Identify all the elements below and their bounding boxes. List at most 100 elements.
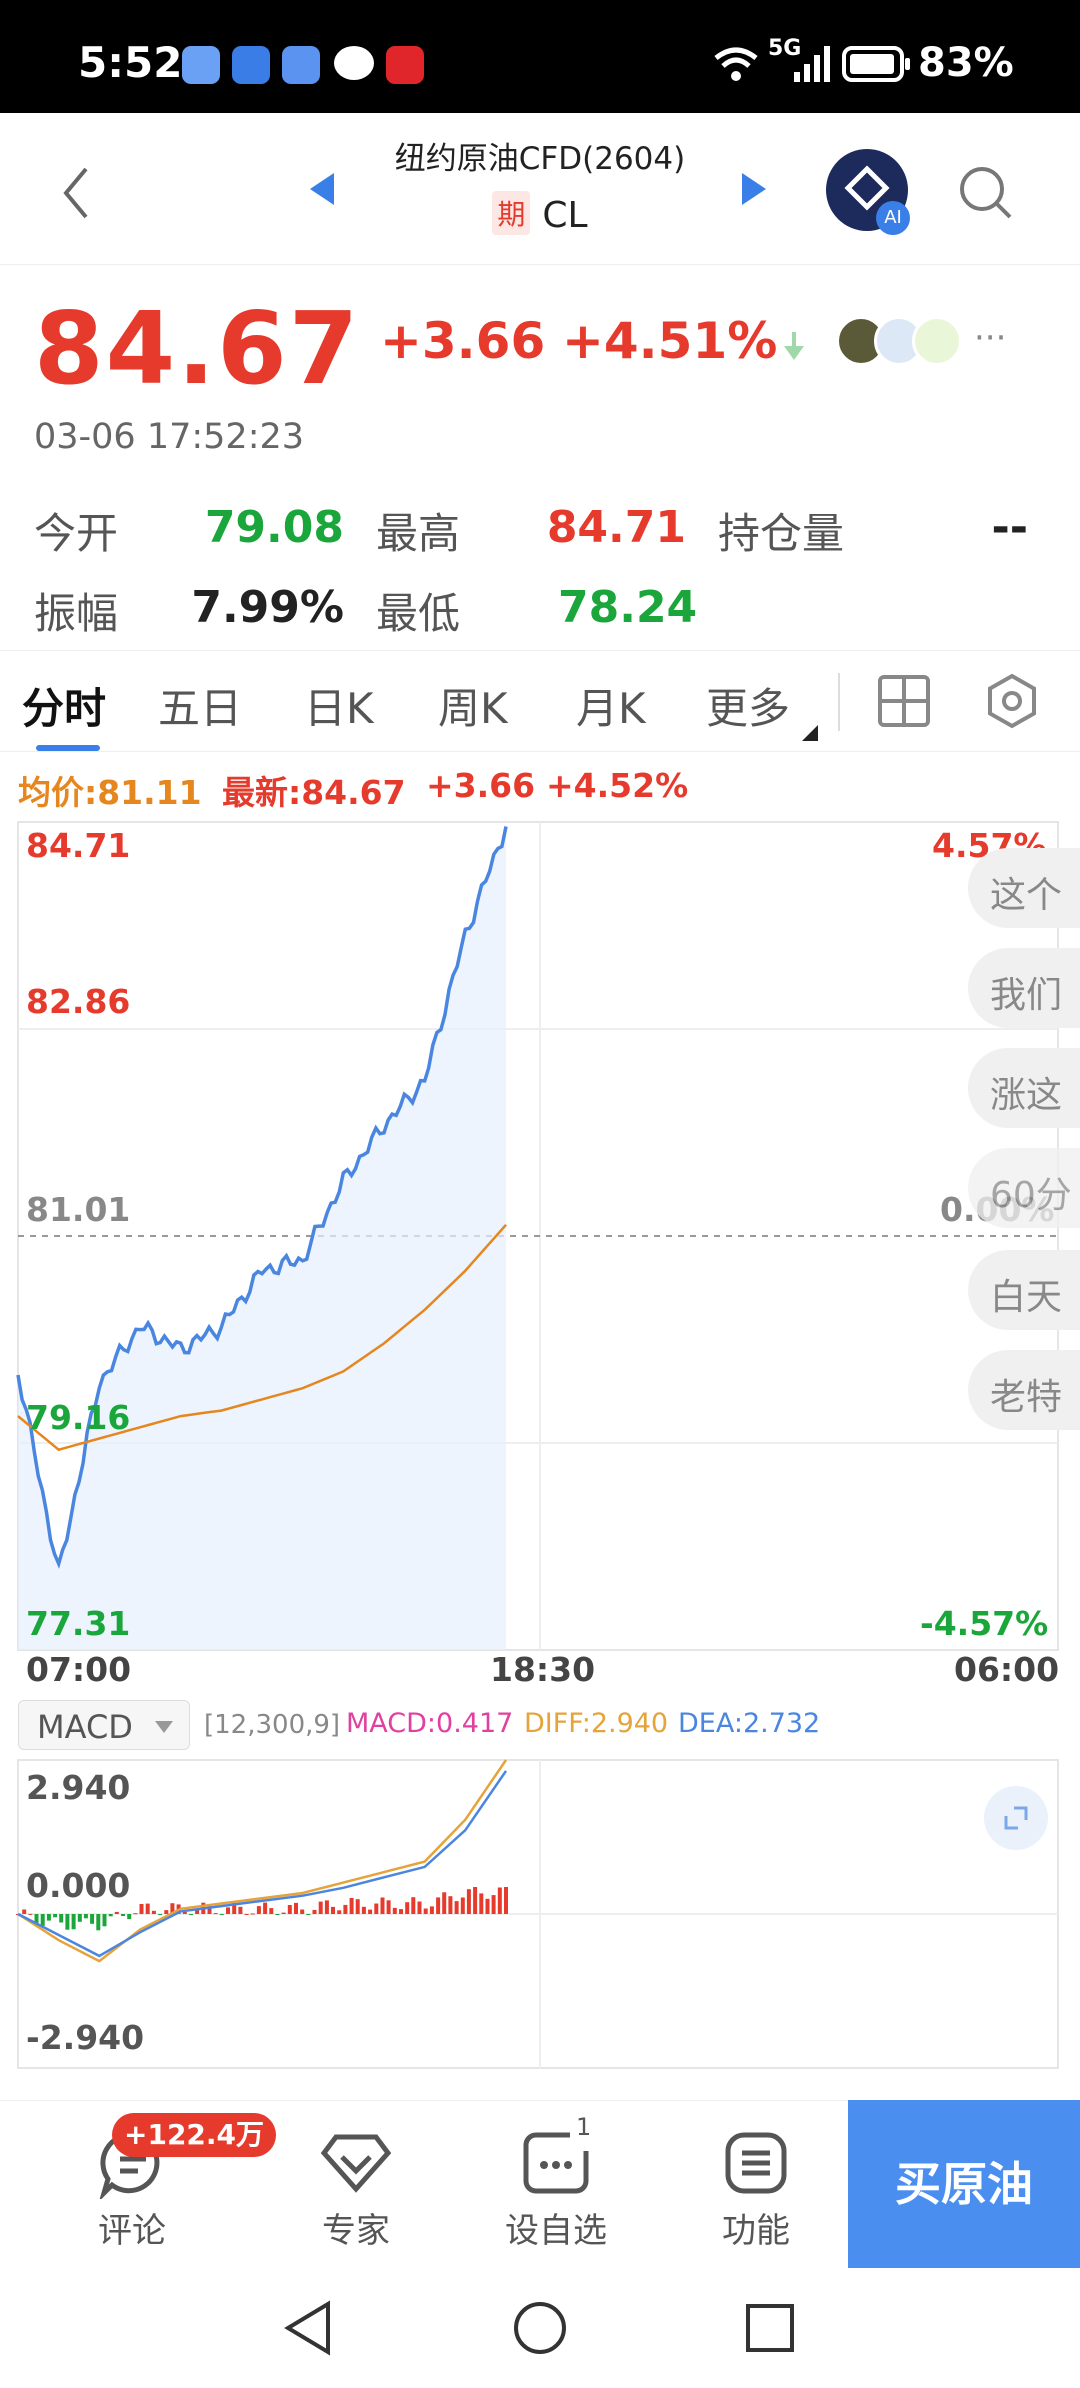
indicator-name: MACD xyxy=(37,1708,133,1746)
current-price: 84.67 xyxy=(34,290,361,407)
tab-intraday[interactable]: 分时 xyxy=(22,675,106,736)
system-nav-bar xyxy=(0,2268,1080,2388)
macd-bar xyxy=(287,1905,292,1914)
macd-bar xyxy=(40,1914,45,1926)
comment-bubble[interactable]: 我们 xyxy=(968,948,1080,1028)
macd-bar xyxy=(77,1914,82,1922)
battery-icon xyxy=(842,46,910,82)
y-label-lower: 79.16 xyxy=(26,1398,131,1437)
functions-button[interactable]: 功能 xyxy=(656,2101,856,2269)
tab-more[interactable]: 更多 xyxy=(706,675,790,736)
x-label-mid: 18:30 xyxy=(490,1650,596,1689)
macd-bar xyxy=(386,1900,391,1914)
macd-bar xyxy=(368,1909,373,1914)
macd-params: [12,300,9] xyxy=(204,1710,341,1740)
macd-bar xyxy=(219,1914,224,1915)
comment-bubble[interactable]: 60分 xyxy=(968,1148,1080,1228)
search-icon[interactable] xyxy=(956,163,1016,223)
dea-value: DEA:2.732 xyxy=(678,1708,821,1739)
signal-icon xyxy=(794,46,830,82)
comment-bubble[interactable]: 这个 xyxy=(968,848,1080,928)
layout-grid-icon[interactable] xyxy=(876,673,932,729)
settings-icon[interactable] xyxy=(984,673,1040,729)
macd-y-zero: 0.000 xyxy=(26,1866,131,1905)
macd-bar xyxy=(300,1909,305,1914)
change-pct-legend: +4.52% xyxy=(546,766,689,805)
macd-bar xyxy=(491,1895,496,1914)
high-value: 84.71 xyxy=(546,502,686,553)
macd-bar xyxy=(53,1914,58,1918)
macd-bar xyxy=(65,1914,70,1930)
macd-bar xyxy=(71,1914,76,1930)
macd-bar xyxy=(417,1901,422,1914)
add-watchlist-label: 设自选 xyxy=(505,2211,607,2251)
x-label-start: 07:00 xyxy=(26,1650,132,1689)
latest-price-legend: 最新:84.67 xyxy=(222,773,406,812)
instrument-code: CL xyxy=(542,195,588,236)
emoji-avatar-icon[interactable] xyxy=(912,316,962,366)
low-value: 78.24 xyxy=(558,582,698,633)
macd-bar xyxy=(318,1901,323,1914)
macd-bar xyxy=(399,1909,403,1914)
intraday-chart[interactable] xyxy=(0,810,1080,1670)
nav-home-icon[interactable] xyxy=(510,2298,570,2358)
battery-level: 83% xyxy=(918,40,1014,86)
macd-bar xyxy=(466,1889,471,1914)
avg-price-legend: 均价:81.11 xyxy=(18,773,202,812)
macd-value: MACD:0.417 xyxy=(346,1708,514,1739)
macd-bar xyxy=(83,1914,88,1919)
macd-bar xyxy=(423,1908,428,1914)
macd-bar xyxy=(281,1912,286,1914)
open-label: 今开 xyxy=(34,509,119,558)
more-icon[interactable]: ··· xyxy=(974,318,1006,358)
macd-y-bottom: -2.940 xyxy=(26,2018,145,2057)
nav-back-icon[interactable] xyxy=(280,2298,336,2358)
expand-chart-button[interactable] xyxy=(984,1786,1048,1850)
macd-bar xyxy=(256,1906,261,1914)
tab-five-day[interactable]: 五日 xyxy=(158,675,242,736)
next-instrument-icon[interactable] xyxy=(740,169,770,209)
buy-oil-button[interactable]: 买原油 xyxy=(848,2100,1080,2268)
comment-bubble[interactable]: 老特 xyxy=(968,1350,1080,1430)
macd-bar xyxy=(411,1897,416,1914)
macd-bar xyxy=(405,1902,410,1914)
quote-timestamp: 03-06 17:52:23 xyxy=(34,417,305,457)
tab-monthly-k[interactable]: 月K xyxy=(576,675,646,736)
macd-bar xyxy=(145,1903,150,1914)
macd-bar xyxy=(442,1892,447,1914)
macd-bar xyxy=(213,1913,218,1915)
app-notification-icon xyxy=(182,46,220,84)
add-watchlist-button[interactable]: 1 设自选 xyxy=(456,2101,656,2269)
macd-bar xyxy=(337,1910,342,1914)
y-label-upper: 82.86 xyxy=(26,982,131,1021)
macd-bar xyxy=(102,1914,107,1927)
down-arrow-icon xyxy=(784,332,804,360)
instrument-code-row: 期 CL xyxy=(0,191,1080,236)
macd-bar xyxy=(312,1909,317,1914)
macd-bar xyxy=(46,1914,51,1921)
message-icon xyxy=(334,46,374,80)
comment-bubble[interactable]: 涨这 xyxy=(968,1048,1080,1128)
tab-daily-k[interactable]: 日K xyxy=(304,675,374,736)
macd-bar xyxy=(121,1914,125,1916)
indicator-select[interactable]: MACD xyxy=(18,1700,190,1750)
comment-bubble[interactable]: 白天 xyxy=(968,1250,1080,1330)
wifi-icon xyxy=(714,47,758,81)
macd-bar xyxy=(59,1914,64,1923)
macd-y-top: 2.940 xyxy=(26,1768,131,1807)
macd-bar xyxy=(269,1908,274,1914)
macd-chart[interactable] xyxy=(0,1758,1080,2072)
tab-weekly-k[interactable]: 周K xyxy=(438,675,508,736)
macd-bar xyxy=(250,1913,255,1915)
macd-bar xyxy=(139,1904,144,1914)
amplitude-value: 7.99% xyxy=(191,582,344,633)
ai-assistant-button[interactable]: AI xyxy=(826,149,910,235)
nav-recents-icon[interactable] xyxy=(742,2300,798,2356)
open-interest-label: 持仓量 xyxy=(718,509,845,558)
macd-bar xyxy=(448,1896,453,1914)
expert-button[interactable]: 专家 xyxy=(256,2101,456,2269)
y-pct-low: -4.57% xyxy=(920,1604,1049,1643)
active-tab-indicator xyxy=(36,745,100,751)
price-area xyxy=(18,826,506,1650)
high-label: 最高 xyxy=(376,509,461,558)
